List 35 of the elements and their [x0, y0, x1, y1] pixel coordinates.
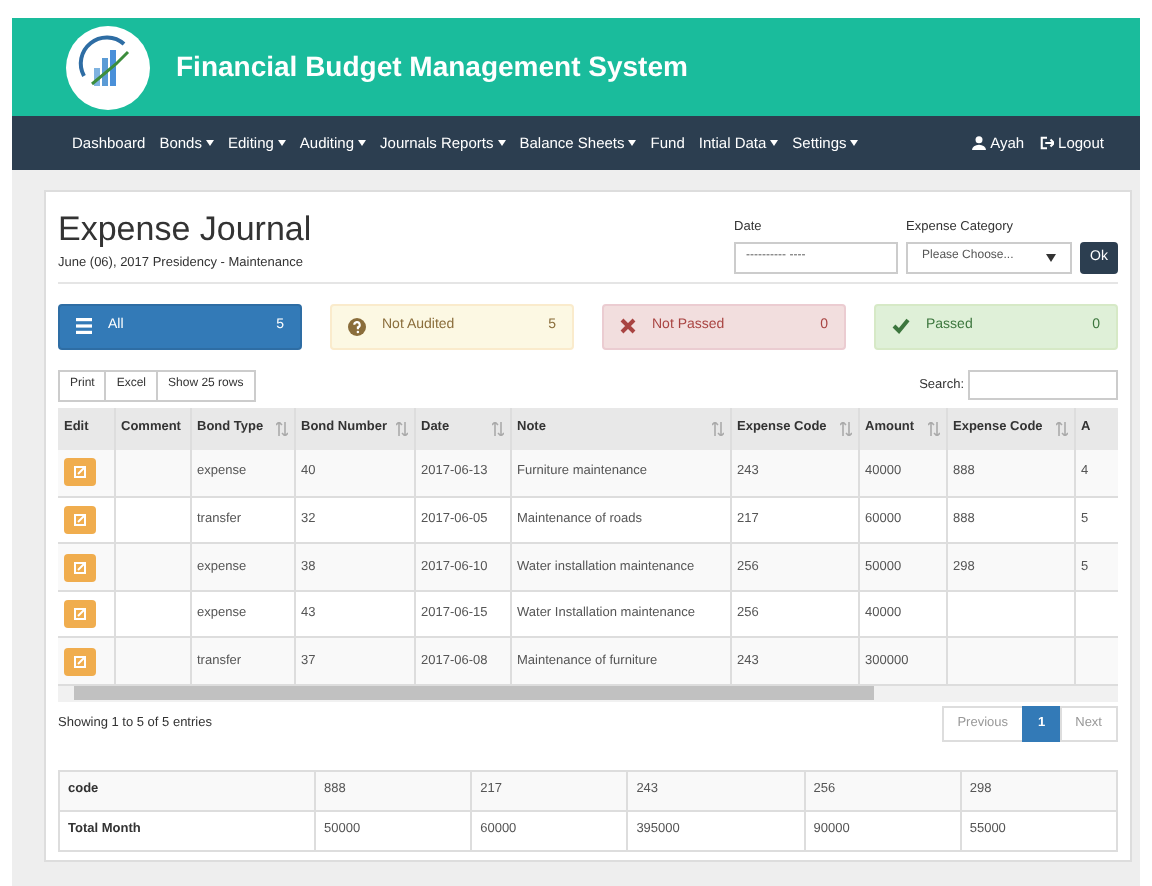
list-icon	[76, 318, 92, 335]
edit-icon	[74, 655, 86, 667]
check-icon	[892, 318, 910, 335]
edit-icon	[74, 466, 86, 479]
edit-button[interactable]	[64, 506, 96, 534]
edit-icon	[74, 561, 86, 573]
caret-icon	[1046, 253, 1057, 262]
logout-icon	[1040, 136, 1055, 150]
search-field[interactable]	[968, 370, 1118, 401]
edit-icon	[74, 514, 86, 526]
edit-button[interactable]	[64, 600, 96, 628]
page-title: Expense Journal	[58, 210, 312, 250]
sort-icon	[1055, 421, 1067, 436]
edit-button[interactable]	[64, 647, 96, 675]
user-icon	[972, 136, 987, 150]
caret-icon	[770, 140, 779, 146]
caret-icon	[277, 140, 286, 146]
caret-icon	[850, 140, 859, 146]
sort-icon	[491, 421, 503, 436]
edit-icon	[74, 608, 86, 620]
caret-icon	[205, 140, 214, 146]
edit-button[interactable]	[64, 458, 96, 487]
logo-icon	[64, 23, 152, 111]
sort-icon	[927, 421, 939, 436]
sort-icon	[275, 421, 287, 436]
caret-icon	[358, 140, 367, 146]
close-icon	[620, 318, 636, 335]
edit-button[interactable]	[64, 553, 96, 581]
caret-icon	[497, 140, 506, 146]
question-icon	[348, 317, 366, 336]
sort-icon	[711, 421, 723, 436]
sort-icon	[395, 421, 407, 436]
sort-icon	[839, 421, 851, 436]
caret-icon	[628, 140, 637, 146]
app-title: Financial Budget Management System	[176, 48, 688, 86]
